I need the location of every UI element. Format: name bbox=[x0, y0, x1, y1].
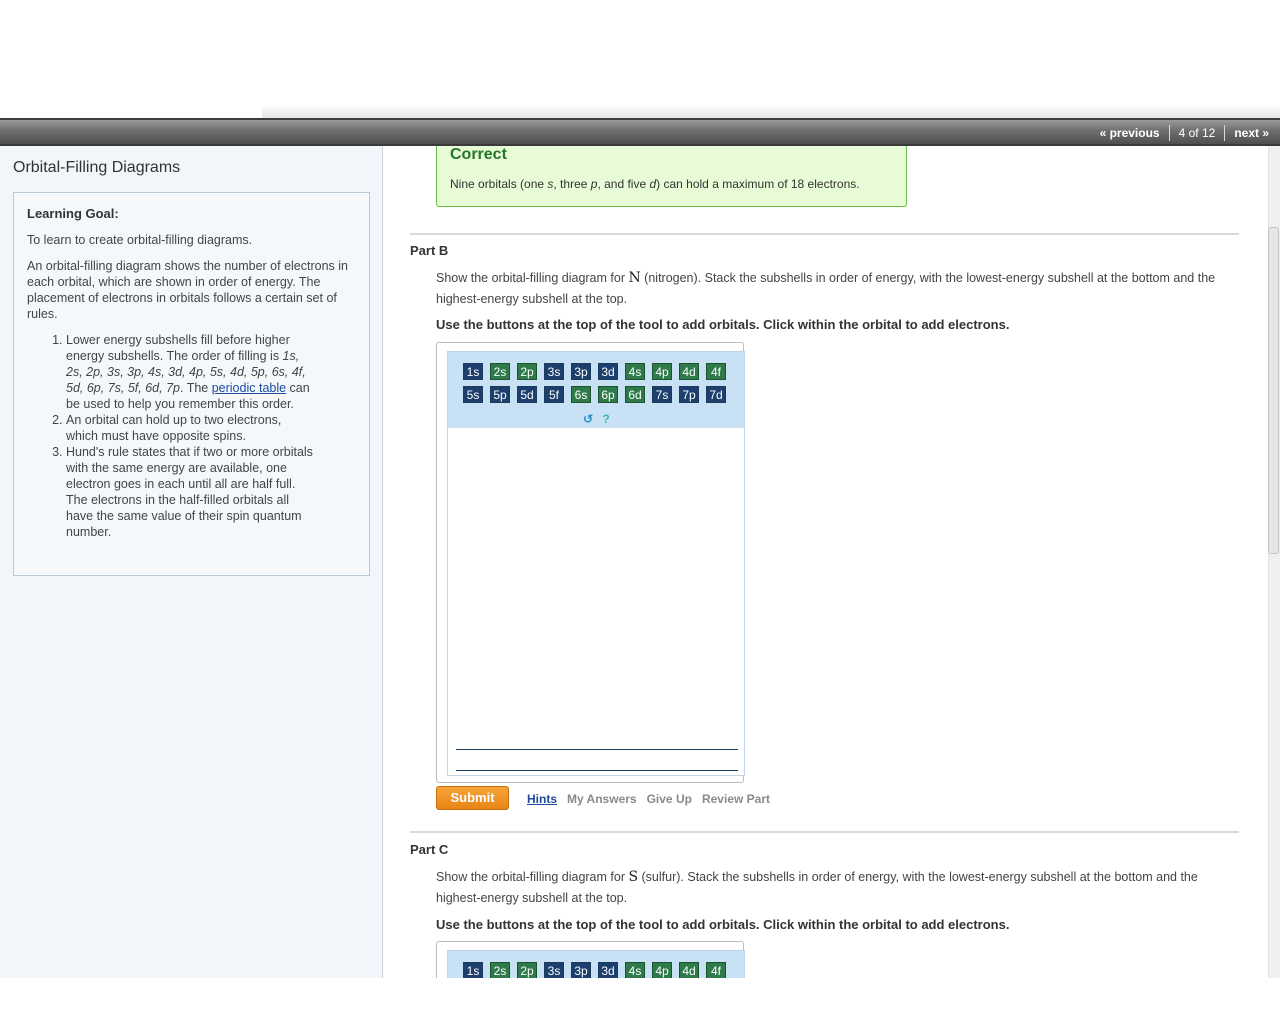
previous-link[interactable]: « previous bbox=[1100, 126, 1160, 140]
hints-link[interactable]: Hints bbox=[527, 792, 557, 806]
part-b-description: Show the orbital-filling diagram for N (… bbox=[436, 268, 1236, 310]
rules-list: Lower energy subshells fill before highe… bbox=[27, 332, 316, 540]
help-icon[interactable]: ? bbox=[602, 412, 609, 426]
part-actions: Hints My Answers Give Up Review Part bbox=[527, 792, 780, 806]
orbital-button-4d[interactable]: 4d bbox=[679, 962, 699, 978]
part-b-instruction: Use the buttons at the top of the tool t… bbox=[436, 317, 1010, 332]
learning-goal-text: To learn to create orbital-filling diagr… bbox=[27, 233, 253, 247]
rule-item: Hund's rule states that if two or more o… bbox=[66, 444, 316, 540]
periodic-table-link[interactable]: periodic table bbox=[212, 381, 286, 395]
orbital-button-4f[interactable]: 4f bbox=[706, 962, 726, 978]
orbital-button-row: 1s 2s 2p 3s 3p 3d 4s 4p 4d 4f bbox=[463, 962, 733, 978]
rule-item: An orbital can hold up to two electrons,… bbox=[66, 412, 316, 444]
pager-divider bbox=[1224, 125, 1226, 141]
orbital-button-4s[interactable]: 4s bbox=[625, 363, 645, 380]
nav-bar: « previous 4 of 12 next » bbox=[0, 118, 1280, 146]
my-answers-link[interactable]: My Answers bbox=[567, 792, 637, 806]
tool-icons: ↺ ? bbox=[583, 412, 610, 426]
feedback-text: Nine orbitals (one bbox=[450, 177, 548, 191]
orbital-button-5p[interactable]: 5p bbox=[490, 386, 510, 403]
orbital-canvas[interactable]: 1s 2s 2p 3s 3p 3d 4s 4p 4d 4f 5s 5p 5d 5f 6s 6p 6d 7s 7p 7… bbox=[447, 351, 745, 776]
orbital-button-2p[interactable]: 2p bbox=[517, 962, 537, 978]
review-part-link[interactable]: Review Part bbox=[702, 792, 770, 806]
orbital-button-row: 5s 5p 5d 5f 6s 6p 6d 7s 7p 7d bbox=[463, 386, 733, 403]
sidebar: Orbital-Filling Diagrams Learning Goal: … bbox=[0, 146, 383, 978]
rule-item: Lower energy subshells fill before highe… bbox=[66, 332, 316, 412]
orbital-button-4p[interactable]: 4p bbox=[652, 363, 672, 380]
rule-text: Lower energy subshells fill before highe… bbox=[66, 333, 290, 363]
orbital-button-3d[interactable]: 3d bbox=[598, 962, 618, 978]
orbital-toolbar: 1s 2s 2p 3s 3p 3d 4s 4p 4d 4f bbox=[448, 951, 744, 978]
orbital-button-4d[interactable]: 4d bbox=[679, 363, 699, 380]
pager: « previous 4 of 12 next » bbox=[1100, 125, 1269, 141]
feedback-text: , three bbox=[553, 177, 591, 191]
orbital-button-2s[interactable]: 2s bbox=[490, 962, 510, 978]
orbital-tool: 1s 2s 2p 3s 3p 3d 4s 4p 4d 4f bbox=[436, 941, 745, 978]
scrollbar-thumb[interactable] bbox=[1268, 227, 1279, 554]
learning-goal-box: Learning Goal: To learn to create orbita… bbox=[13, 192, 370, 576]
top-blank-area bbox=[0, 0, 1280, 118]
submit-button[interactable]: Submit bbox=[436, 786, 509, 810]
learning-goal-intro: An orbital-filling diagram shows the num… bbox=[27, 259, 348, 321]
orbital-button-7d[interactable]: 7d bbox=[706, 386, 726, 403]
pager-divider bbox=[1168, 125, 1170, 141]
rule-text: . The bbox=[179, 381, 212, 395]
part-c-instruction: Use the buttons at the top of the tool t… bbox=[436, 917, 1010, 932]
orbital-button-3p[interactable]: 3p bbox=[571, 962, 591, 978]
part-divider bbox=[410, 233, 1239, 235]
feedback-title: Correct bbox=[450, 146, 507, 163]
feedback-text: ) can hold a maximum of 18 electrons. bbox=[656, 177, 860, 191]
orbital-button-5d[interactable]: 5d bbox=[517, 386, 537, 403]
orbital-button-2s[interactable]: 2s bbox=[490, 363, 510, 380]
orbital-button-4p[interactable]: 4p bbox=[652, 962, 672, 978]
orbital-button-4f[interactable]: 4f bbox=[706, 363, 726, 380]
reset-icon[interactable]: ↺ bbox=[583, 412, 593, 426]
orbital-button-5s[interactable]: 5s bbox=[463, 386, 483, 403]
orbital-tool: 1s 2s 2p 3s 3p 3d 4s 4p 4d 4f 5s 5p 5d 5f 6s 6p 6d 7s 7p 7… bbox=[436, 342, 745, 783]
desc-text: Show the orbital-filling diagram for bbox=[436, 870, 629, 884]
orbital-button-7p[interactable]: 7p bbox=[679, 386, 699, 403]
element-symbol: S bbox=[628, 869, 639, 885]
desc-text: Show the orbital-filling diagram for bbox=[436, 271, 629, 285]
part-c-label: Part C bbox=[410, 842, 449, 857]
orbital-button-3p[interactable]: 3p bbox=[571, 363, 591, 380]
part-b-label: Part B bbox=[410, 243, 449, 258]
main-content: Correct Nine orbitals (one s, three p, a… bbox=[384, 146, 1268, 978]
orbital-button-2p[interactable]: 2p bbox=[517, 363, 537, 380]
orbital-button-3s[interactable]: 3s bbox=[544, 962, 564, 978]
correct-feedback-box: Correct Nine orbitals (one s, three p, a… bbox=[436, 146, 907, 207]
part-divider bbox=[410, 831, 1239, 833]
orbital-button-3d[interactable]: 3d bbox=[598, 363, 618, 380]
part-c-description: Show the orbital-filling diagram for S (… bbox=[436, 867, 1236, 909]
orbital-button-row: 1s 2s 2p 3s 3p 3d 4s 4p 4d 4f bbox=[463, 363, 733, 380]
learning-goal-heading: Learning Goal: bbox=[27, 206, 119, 221]
orbital-toolbar: 1s 2s 2p 3s 3p 3d 4s 4p 4d 4f 5s 5p 5d 5f 6s 6p 6d 7s 7p 7… bbox=[448, 352, 744, 428]
orbital-button-7s[interactable]: 7s bbox=[652, 386, 672, 403]
give-up-link[interactable]: Give Up bbox=[647, 792, 692, 806]
orbital-button-6s[interactable]: 6s bbox=[571, 386, 591, 403]
page-counter: 4 of 12 bbox=[1178, 126, 1216, 140]
orbital-button-1s[interactable]: 1s bbox=[463, 363, 483, 380]
feedback-message: Nine orbitals (one s, three p, and five … bbox=[450, 177, 860, 191]
orbital-canvas[interactable]: 1s 2s 2p 3s 3p 3d 4s 4p 4d 4f bbox=[447, 950, 745, 978]
orbital-button-3s[interactable]: 3s bbox=[544, 363, 564, 380]
next-link[interactable]: next » bbox=[1234, 126, 1269, 140]
feedback-text: , and five bbox=[597, 177, 650, 191]
orbital-button-4s[interactable]: 4s bbox=[625, 962, 645, 978]
orbital-button-5f[interactable]: 5f bbox=[544, 386, 564, 403]
element-symbol: N bbox=[628, 270, 641, 286]
orbital-button-1s[interactable]: 1s bbox=[463, 962, 483, 978]
sidebar-title: Orbital-Filling Diagrams bbox=[13, 159, 181, 176]
bottom-blank-area bbox=[0, 978, 1280, 1024]
page-tear-shadow bbox=[262, 104, 1280, 118]
diagram-baseline bbox=[456, 749, 738, 750]
orbital-button-6p[interactable]: 6p bbox=[598, 386, 618, 403]
diagram-baseline bbox=[456, 770, 738, 771]
orbital-button-6d[interactable]: 6d bbox=[625, 386, 645, 403]
